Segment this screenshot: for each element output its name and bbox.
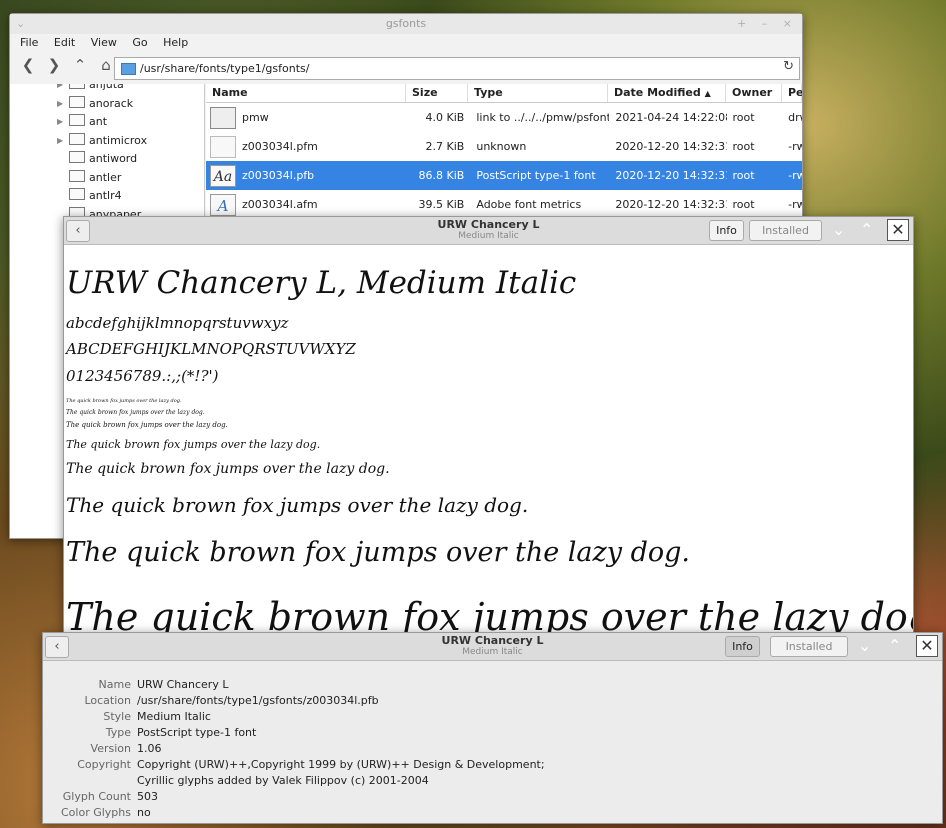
installed-button[interactable]: Installed (770, 636, 848, 657)
file-icon (210, 135, 236, 158)
preview-lowercase: abcdefghijklmnopqrstuvwxyz (66, 314, 289, 332)
column-date[interactable]: Date Modified ▲ (608, 84, 726, 102)
tree-item[interactable]: ▶ anjuta (10, 84, 204, 95)
folder-icon (69, 95, 85, 108)
font-info-headerbar[interactable]: ‹ URW Chancery L Medium Italic Info Inst… (43, 633, 942, 661)
expand-arrow-icon[interactable]: ▶ (57, 95, 63, 113)
file-row[interactable]: A z003034l.afm 39.5 KiB Adobe font metri… (206, 190, 802, 219)
menu-view[interactable]: View (91, 36, 117, 49)
menu-file[interactable]: File (20, 36, 38, 49)
up-arrow-icon[interactable]: ⌃ (68, 56, 92, 74)
path-bar[interactable]: /usr/share/fonts/type1/gsfonts/ ↻ (114, 57, 800, 80)
preview-uppercase: ABCDEFGHIJKLMNOPQRSTUVWXYZ (66, 340, 356, 358)
font-preview: URW Chancery L, Medium Italic abcdefghij… (64, 245, 913, 633)
window-title: gsfonts (385, 17, 427, 30)
menu-edit[interactable]: Edit (54, 36, 75, 49)
close-icon[interactable]: ✕ (887, 219, 909, 241)
preview-heading: URW Chancery L, Medium Italic (66, 265, 577, 301)
window-menu-icon[interactable]: ⌄ (16, 14, 25, 34)
info-row-name: Name URW Chancery L (98, 678, 229, 691)
expand-arrow-icon[interactable]: ▶ (57, 132, 63, 150)
column-size[interactable]: Size (406, 84, 468, 102)
tree-item[interactable]: antiword (10, 150, 204, 169)
font-info-window: ‹ URW Chancery L Medium Italic Info Inst… (42, 632, 943, 824)
reload-icon[interactable]: ↻ (783, 59, 794, 74)
info-row-version: Version 1.06 (90, 742, 162, 755)
expand-arrow-icon[interactable]: ▶ (57, 113, 63, 131)
file-row[interactable]: z003034l.pfm 2.7 KiB unknown 2020-12-20 … (206, 132, 802, 161)
forward-arrow-icon[interactable]: ❯ (42, 56, 66, 74)
preview-sample-l: The quick brown fox jumps over the lazy … (66, 493, 529, 517)
tree-item[interactable]: ▶ anorack (10, 95, 204, 114)
font-viewer-window: ‹ URW Chancery L Medium Italic Info Inst… (63, 216, 914, 634)
tree-item[interactable]: antler (10, 169, 204, 188)
font-info-table: Name URW Chancery L Location/usr/share/fo… (43, 677, 545, 821)
tree-item[interactable]: antlr4 (10, 187, 204, 206)
menu-help[interactable]: Help (163, 36, 188, 49)
tree-item[interactable]: ▶ antimicrox (10, 132, 204, 151)
info-row-copyright-cont: Cyrillic glyphs added by Valek Filippov … (137, 774, 429, 787)
column-name[interactable]: Name (206, 84, 406, 102)
column-owner[interactable]: Owner (726, 84, 782, 102)
tree-item[interactable]: ▶ ant (10, 113, 204, 132)
close-icon[interactable]: ✕ (916, 635, 938, 657)
info-row-location: Location/usr/share/fonts/type1/gsfonts/z… (84, 694, 379, 707)
menubar: File Edit View Go Help (10, 34, 802, 52)
menu-go[interactable]: Go (132, 36, 147, 49)
preview-sample-ml: The quick brown fox jumps over the lazy … (66, 461, 390, 477)
column-permissions[interactable]: Pe (782, 84, 802, 102)
folder-icon (69, 132, 85, 145)
preview-sample-xl: The quick brown fox jumps over the lazy … (66, 537, 690, 568)
info-button-active[interactable]: Info (725, 636, 760, 657)
folder-icon (69, 188, 85, 200)
info-button[interactable]: Info (709, 220, 744, 241)
column-type[interactable]: Type (468, 84, 608, 102)
folder-link-icon (210, 106, 236, 129)
folder-icon (69, 151, 85, 163)
preview-digits: 0123456789.:,;(*!?') (66, 367, 219, 385)
folder-icon (121, 62, 136, 75)
window-controls[interactable]: + – × (737, 14, 798, 34)
preview-sample-s: The quick brown fox jumps over the lazy … (66, 409, 205, 416)
font-metrics-icon: A (210, 193, 236, 216)
preview-sample-xxl: The quick brown fox jumps over the lazy … (66, 595, 914, 634)
preview-sample-m: The quick brown fox jumps over the lazy … (66, 438, 321, 451)
path-text: /usr/share/fonts/type1/gsfonts/ (140, 62, 310, 75)
sort-ascending-icon: ▲ (704, 89, 711, 98)
maximize-icon[interactable]: ⌃ (888, 636, 901, 655)
folder-icon (69, 84, 85, 89)
font-file-icon: Aa (210, 164, 236, 187)
info-row-glyph-count: Glyph Count 503 (62, 790, 158, 803)
minimize-icon[interactable]: ⌄ (858, 636, 871, 655)
folder-icon (69, 169, 85, 182)
info-row-type: Type PostScript type-1 font (105, 726, 257, 739)
back-arrow-icon[interactable]: ❮ (16, 56, 40, 74)
info-row-color-glyphs: Color Glyphs no (61, 806, 151, 819)
file-row-selected[interactable]: Aa z003034l.pfb 86.8 KiB PostScript type… (206, 161, 802, 190)
maximize-icon[interactable]: ⌃ (860, 220, 873, 239)
file-row[interactable]: pmw 4.0 KiB link to ../../../pmw/psfonts… (206, 103, 802, 132)
installed-button[interactable]: Installed (749, 220, 822, 241)
folder-icon (69, 114, 85, 126)
expand-arrow-icon[interactable]: ▶ (57, 84, 63, 94)
preview-sample-sm: The quick brown fox jumps over the lazy … (66, 421, 228, 429)
info-row-style: Style Medium Italic (103, 710, 211, 723)
file-list-header: Name Size Type Date Modified ▲ Owner Pe (206, 84, 802, 103)
minimize-icon[interactable]: ⌄ (832, 220, 845, 239)
file-manager-titlebar[interactable]: ⌄ gsfonts + – × (10, 14, 802, 34)
preview-sample-xs: The quick brown fox jumps over the lazy … (66, 398, 182, 404)
font-viewer-headerbar[interactable]: ‹ URW Chancery L Medium Italic Info Inst… (64, 217, 913, 245)
info-row-copyright: Copyright Copyright (URW)++,Copyright 199… (77, 758, 545, 771)
